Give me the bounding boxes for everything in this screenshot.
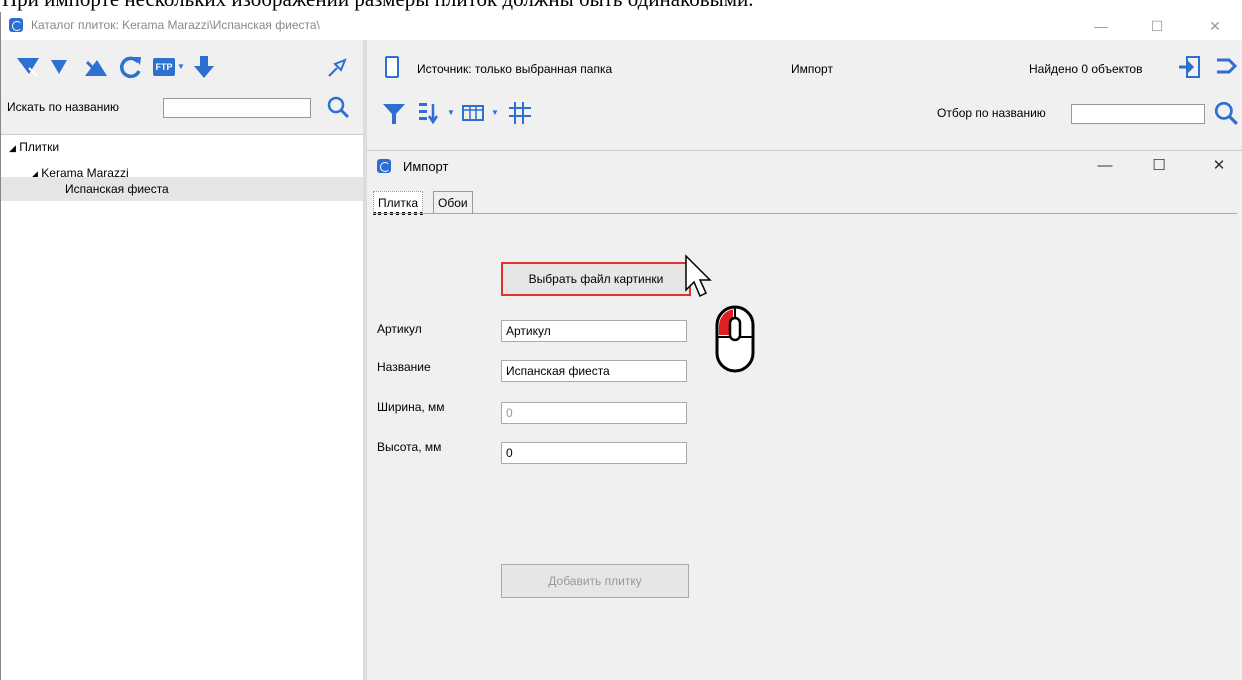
dropdown-arrow-icon[interactable]: ▼	[177, 62, 185, 71]
height-input[interactable]: 0	[501, 442, 687, 464]
field-label-height: Высота, мм	[377, 440, 442, 454]
catalog-panel: FTP ▼ Искать по названию ◢ Плитки ◢ Kera…	[1, 40, 363, 680]
main-window: Каталог плиток: Kerama Marazzi\Испанская…	[0, 12, 1242, 680]
dialog-app-icon	[377, 159, 391, 173]
import-label: Импорт	[791, 62, 833, 76]
field-label-width: Ширина, мм	[377, 400, 445, 414]
dialog-close-button[interactable]: ✕	[1199, 155, 1239, 177]
maximize-button[interactable]: ☐	[1137, 15, 1177, 37]
width-input: 0	[501, 402, 687, 424]
search-icon[interactable]	[1213, 100, 1239, 126]
search-label: Искать по названию	[7, 100, 120, 114]
pin-icon[interactable]	[325, 56, 349, 80]
import-dialog: Импорт — ☐ ✕ Плитка Обои Выбрать файл ка…	[367, 150, 1242, 680]
catalog-toolbar: FTP ▼	[1, 54, 363, 80]
funnel-icon[interactable]	[381, 100, 407, 126]
dropdown-arrow-icon[interactable]: ▼	[491, 108, 499, 117]
folder-tree: ◢ Плитки ◢ Kerama Marazzi Испанская фиес…	[1, 134, 363, 680]
main-titlebar: Каталог плиток: Kerama Marazzi\Испанская…	[1, 12, 1242, 40]
found-count: Найдено 0 объектов	[1029, 62, 1143, 76]
tree-item-plitki[interactable]: ◢ Плитки	[9, 135, 349, 159]
field-label-name: Название	[377, 360, 431, 374]
field-label-article: Артикул	[377, 322, 422, 336]
window-title: Каталог плиток: Kerama Marazzi\Испанская…	[31, 18, 320, 32]
dialog-title: Импорт	[403, 159, 449, 174]
document-icon	[385, 56, 399, 78]
tab-plitka[interactable]: Плитка	[373, 191, 424, 215]
close-button[interactable]: ✕	[1195, 15, 1235, 37]
tree-item-label: Испанская фиеста	[65, 182, 169, 196]
table-icon[interactable]	[461, 100, 487, 126]
filter-icon[interactable]	[49, 56, 71, 78]
catalog-search-row: Искать по названию	[1, 92, 363, 122]
caption-text: При импорте нескольких изображений разме…	[0, 0, 1242, 12]
mouse-left-click-icon	[715, 305, 755, 373]
refresh-icon[interactable]	[118, 54, 144, 80]
app-icon	[9, 18, 23, 32]
filter-up-icon[interactable]	[81, 56, 109, 78]
cursor-icon	[685, 254, 712, 298]
search-input[interactable]	[163, 98, 311, 118]
filter-label: Отбор по названию	[937, 106, 1046, 120]
dialog-maximize-button[interactable]: ☐	[1139, 155, 1179, 177]
sort-icon[interactable]	[417, 100, 443, 126]
content-panel: Источник: только выбранная папка Импорт …	[367, 40, 1242, 680]
tree-item-ispanskaya-fiesta[interactable]: Испанская фиеста	[1, 177, 363, 201]
export-icon[interactable]	[1213, 54, 1239, 80]
ftp-icon[interactable]: FTP	[153, 58, 175, 76]
search-icon[interactable]	[326, 95, 350, 119]
filter-input[interactable]	[1071, 104, 1205, 124]
download-icon[interactable]	[191, 54, 217, 80]
name-input[interactable]: Испанская фиеста	[501, 360, 687, 382]
dialog-minimize-button[interactable]: —	[1085, 155, 1125, 177]
tab-content-plitka: Выбрать файл картинки Артикул Артикул На…	[373, 213, 1237, 680]
expand-arrow-icon[interactable]: ◢	[9, 143, 16, 153]
tab-oboi[interactable]: Обои	[433, 191, 473, 213]
grid-icon[interactable]	[507, 100, 533, 126]
dropdown-arrow-icon[interactable]: ▼	[447, 108, 455, 117]
add-tile-button: Добавить плитку	[501, 564, 689, 598]
source-label[interactable]: Источник: только выбранная папка	[417, 62, 612, 76]
tree-item-label: Плитки	[19, 140, 60, 154]
minimize-button[interactable]: —	[1081, 15, 1121, 37]
article-input[interactable]: Артикул	[501, 320, 687, 342]
filter-down-icon[interactable]	[15, 56, 43, 78]
import-icon[interactable]	[1177, 54, 1203, 80]
pick-image-button[interactable]: Выбрать файл картинки	[501, 262, 691, 296]
